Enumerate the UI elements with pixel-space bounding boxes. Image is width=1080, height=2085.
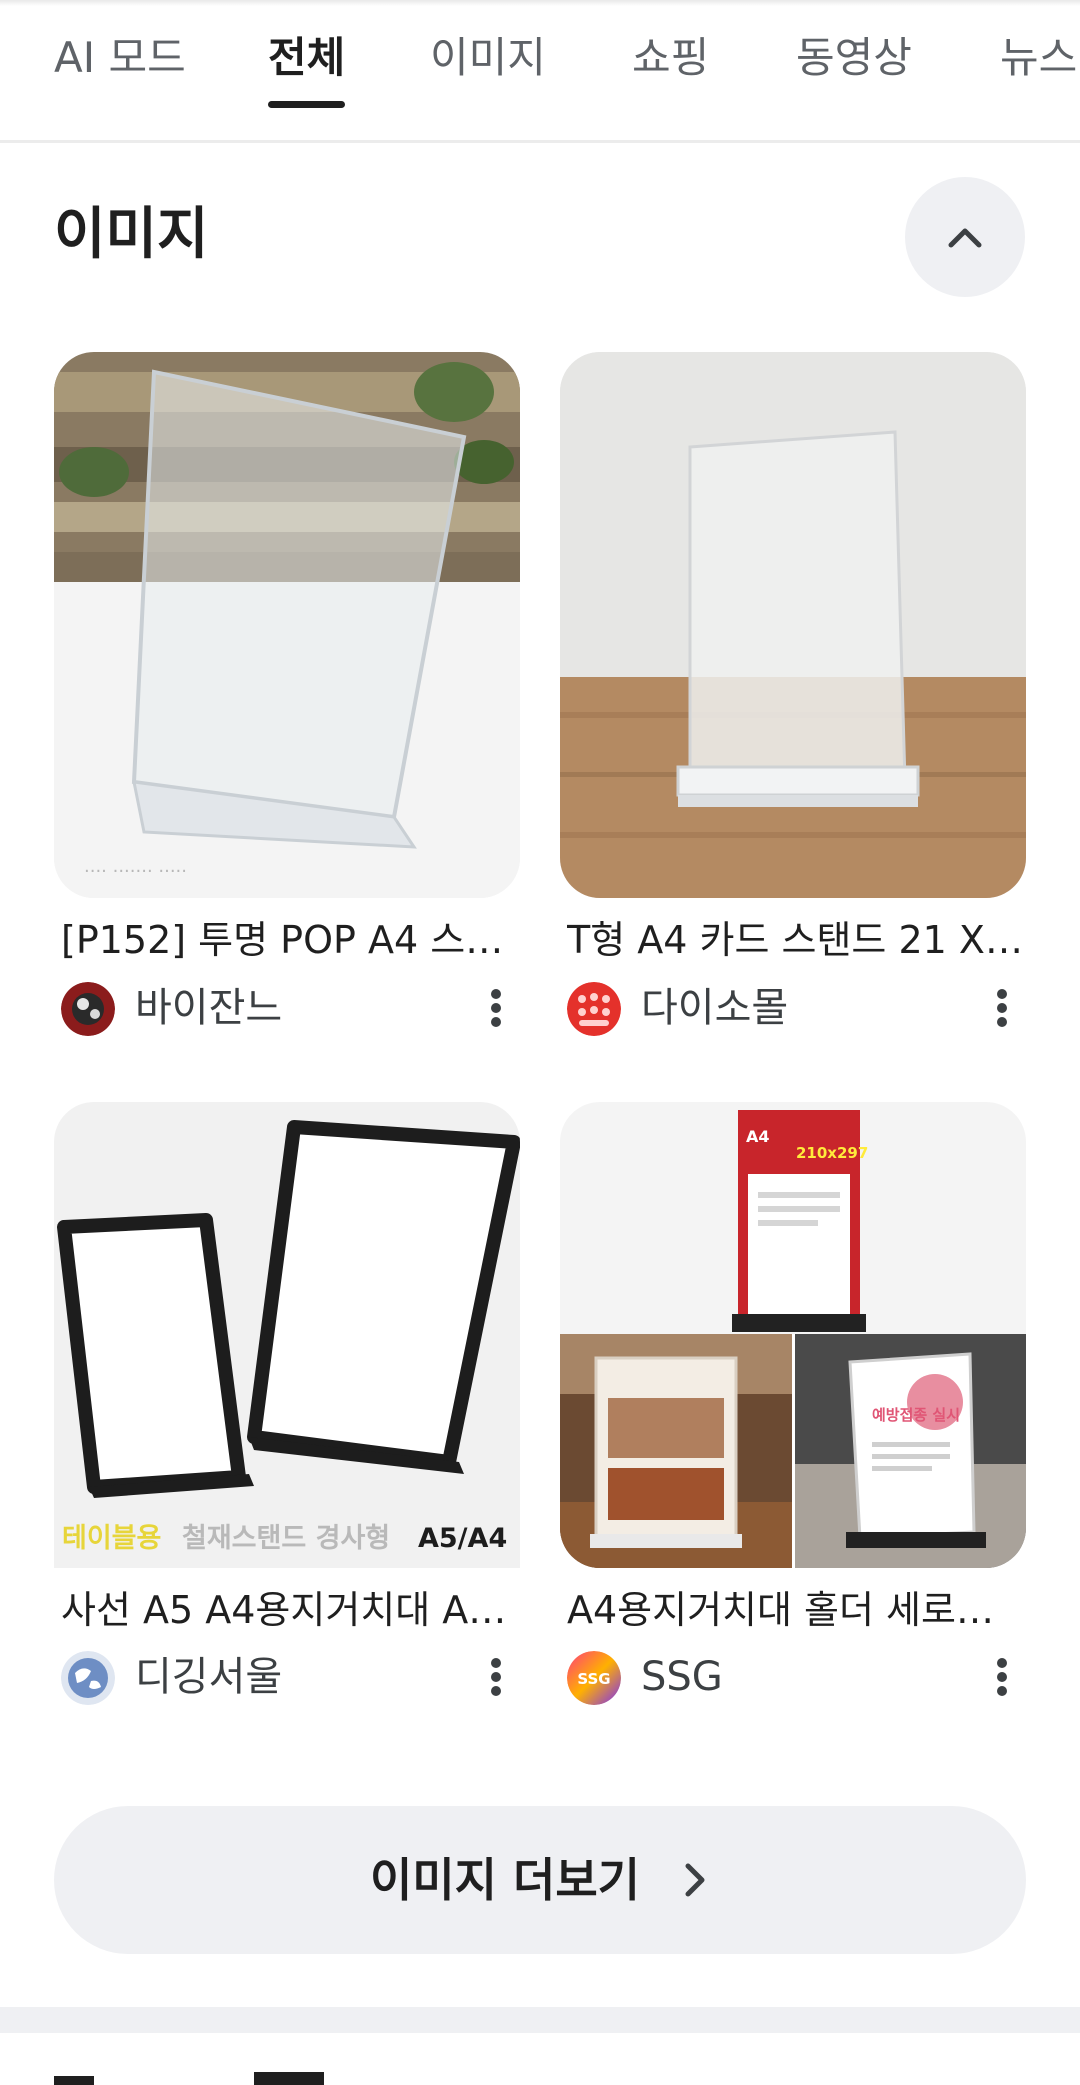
image-source: 디깅서울: [61, 1647, 521, 1707]
banner-text: A5/A4: [418, 1523, 507, 1554]
slanted-metal-stand-photo: 테이블용 철재스탠드 경사형 A5/A4: [54, 1102, 520, 1568]
poster-text: 210x297: [796, 1144, 868, 1162]
tab-label: 이미지: [430, 33, 546, 82]
tab-news[interactable]: 뉴스: [1000, 28, 1077, 140]
ssg-logo-text: SSG: [577, 1670, 610, 1688]
image-thumbnail[interactable]: 테이블용 철재스탠드 경사형 A5/A4: [54, 1102, 520, 1648]
more-vertical-icon: [491, 989, 501, 1027]
source-name: 디깅서울: [135, 1654, 283, 1700]
more-options-button[interactable]: [977, 978, 1027, 1038]
image-source: 바이잔느: [61, 978, 521, 1038]
image-title[interactable]: A4용지거치대 홀더 세로형...: [567, 1582, 1027, 1638]
image-title[interactable]: 사선 A5 A4용지거치대 A4...: [61, 1582, 521, 1638]
more-images-button[interactable]: 이미지 더보기: [54, 1806, 1026, 1954]
tab-label: 쇼핑: [632, 33, 710, 82]
source-logo-icon: [61, 982, 115, 1036]
image-thumbnail[interactable]: [560, 352, 1026, 898]
section-divider: [0, 2007, 1080, 2033]
next-section-peek: [54, 2060, 334, 2085]
a4-holder-collage-photo: 210x297 A4 예방접종 실시: [560, 1102, 1026, 1568]
source-logo-icon: [61, 1651, 115, 1705]
more-vertical-icon: [997, 989, 1007, 1027]
chevron-up-icon: [948, 228, 982, 248]
acrylic-stand-photo: ···· ······· ·····: [54, 352, 520, 898]
active-tab-indicator: [268, 101, 346, 108]
poster-text: 예방접종 실시: [872, 1406, 960, 1424]
poster-text: A4: [746, 1127, 770, 1146]
tab-ai-mode[interactable]: AI 모드: [54, 28, 186, 140]
tabbar-shadow: [0, 0, 1080, 6]
chevron-right-icon: [680, 1860, 710, 1900]
svg-text:···· ······· ·····: ···· ······· ·····: [84, 861, 187, 882]
section-title: 이미지: [54, 202, 209, 267]
source-name: 바이잔느: [135, 985, 283, 1031]
image-source: 다이소몰: [567, 978, 1027, 1038]
tab-label: 뉴스: [1000, 33, 1078, 82]
collapse-section-button[interactable]: [905, 177, 1025, 297]
banner-text: 테이블용: [62, 1523, 161, 1554]
more-images-label: 이미지 더보기: [370, 1853, 640, 1907]
more-options-button[interactable]: [471, 1647, 521, 1707]
source-logo-icon: [567, 982, 621, 1036]
image-source: SSG SSG: [567, 1647, 1027, 1707]
more-vertical-icon: [491, 1658, 501, 1696]
tab-label: 전체: [268, 33, 346, 82]
banner-text: 철재스탠드 경사형: [182, 1523, 390, 1554]
more-options-button[interactable]: [471, 978, 521, 1038]
tab-videos[interactable]: 동영상: [796, 28, 912, 140]
source-name: 다이소몰: [641, 985, 789, 1031]
more-vertical-icon: [997, 1658, 1007, 1696]
more-options-button[interactable]: [977, 1647, 1027, 1707]
tab-label: 동영상: [796, 33, 912, 82]
source-name: SSG: [641, 1654, 723, 1700]
t-stand-photo: [560, 352, 1026, 898]
tab-label: AI 모드: [54, 33, 186, 82]
image-thumbnail[interactable]: ···· ······· ·····: [54, 352, 520, 898]
tab-all[interactable]: 전체: [268, 28, 346, 140]
image-thumbnail[interactable]: 210x297 A4 예방접종 실시: [560, 1102, 1026, 1568]
source-logo-icon: SSG: [567, 1651, 621, 1705]
search-tab-bar: AI 모드 전체 이미지 쇼핑 동영상 뉴스: [0, 0, 1080, 143]
image-title[interactable]: T형 A4 카드 스탠드 21 X ...: [567, 912, 1027, 968]
tab-shopping[interactable]: 쇼핑: [632, 28, 709, 140]
tab-images[interactable]: 이미지: [430, 28, 546, 140]
image-title[interactable]: [P152] 투명 POP A4 스탠...: [61, 912, 521, 968]
